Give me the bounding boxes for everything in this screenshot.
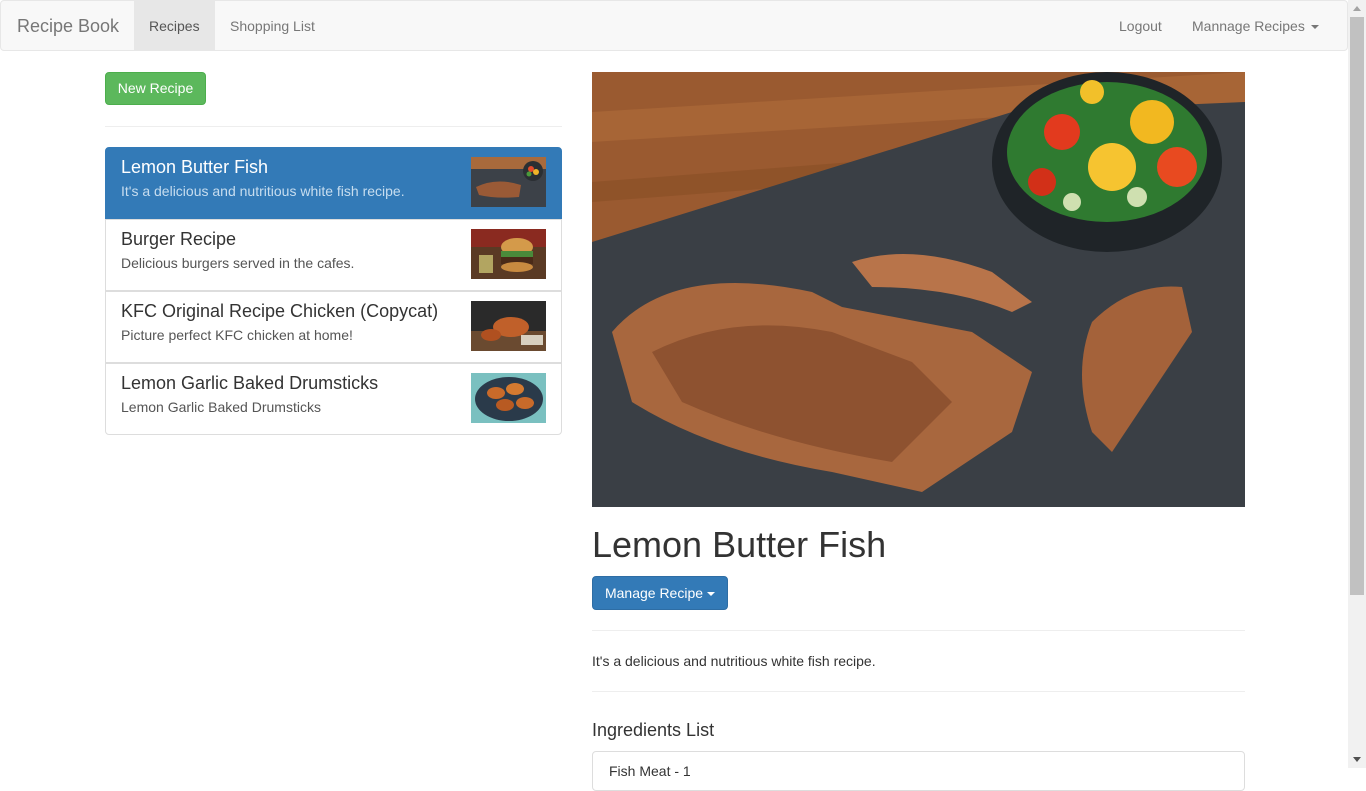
vertical-scrollbar[interactable] bbox=[1348, 0, 1366, 768]
recipe-list-item[interactable]: Lemon Garlic Baked Drumsticks Lemon Garl… bbox=[105, 363, 562, 435]
manage-recipe-button[interactable]: Manage Recipe bbox=[592, 576, 728, 610]
ingredient-item[interactable]: Fish Meat - 1 bbox=[609, 763, 691, 779]
recipe-name: KFC Original Recipe Chicken (Copycat) bbox=[121, 301, 439, 321]
new-recipe-button[interactable]: New Recipe bbox=[105, 72, 206, 105]
caret-down-icon bbox=[707, 592, 716, 597]
divider bbox=[592, 630, 1245, 631]
nav-logout[interactable]: Logout bbox=[1104, 1, 1177, 51]
recipe-thumbnail bbox=[471, 157, 546, 207]
recipe-list-item[interactable]: KFC Original Recipe Chicken (Copycat) Pi… bbox=[105, 291, 562, 363]
recipe-description: Delicious burgers served in the cafes. bbox=[121, 255, 355, 271]
recipe-name: Lemon Garlic Baked Drumsticks bbox=[121, 373, 379, 393]
divider bbox=[592, 691, 1245, 692]
scroll-thumb[interactable] bbox=[1350, 17, 1364, 595]
recipe-thumbnail bbox=[471, 301, 546, 351]
recipe-list-item[interactable]: Lemon Butter Fish It's a delicious and n… bbox=[105, 147, 562, 219]
recipe-thumbnail bbox=[471, 229, 546, 279]
navbar: Recipe Book Recipes Shopping List Logout… bbox=[0, 0, 1348, 51]
recipe-name: Burger Recipe bbox=[121, 229, 237, 249]
recipe-description-text: It's a delicious and nutritious white fi… bbox=[592, 653, 876, 669]
scroll-down-button[interactable] bbox=[1348, 751, 1366, 768]
nav-shopping-list[interactable]: Shopping List bbox=[215, 1, 330, 51]
ingredients-list: Fish Meat - 1 bbox=[592, 751, 1245, 791]
arrow-down-icon bbox=[1353, 757, 1361, 762]
manage-dropdown-label: Mannage Recipes bbox=[1192, 18, 1305, 34]
recipe-title: Lemon Butter Fish bbox=[592, 524, 887, 565]
scroll-up-button[interactable] bbox=[1348, 0, 1366, 17]
divider bbox=[105, 126, 562, 127]
nav-recipes[interactable]: Recipes bbox=[134, 1, 215, 51]
ingredients-heading: Ingredients List bbox=[592, 720, 715, 740]
recipe-thumbnail bbox=[471, 373, 546, 423]
recipe-name: Lemon Butter Fish bbox=[121, 157, 269, 177]
recipe-description: It's a delicious and nutritious white fi… bbox=[121, 183, 405, 199]
recipe-list-item[interactable]: Burger Recipe Delicious burgers served i… bbox=[105, 219, 562, 291]
caret-down-icon bbox=[1310, 25, 1319, 30]
brand-link[interactable]: Recipe Book bbox=[17, 1, 119, 51]
arrow-up-icon bbox=[1353, 6, 1361, 11]
manage-recipe-label: Manage Recipe bbox=[604, 585, 704, 601]
nav-manage-recipes-dropdown[interactable]: Mannage Recipes bbox=[1177, 1, 1334, 51]
recipe-description: Picture perfect KFC chicken at home! bbox=[121, 327, 353, 343]
recipe-description: Lemon Garlic Baked Drumsticks bbox=[121, 399, 321, 415]
recipe-hero-image bbox=[592, 72, 1245, 507]
